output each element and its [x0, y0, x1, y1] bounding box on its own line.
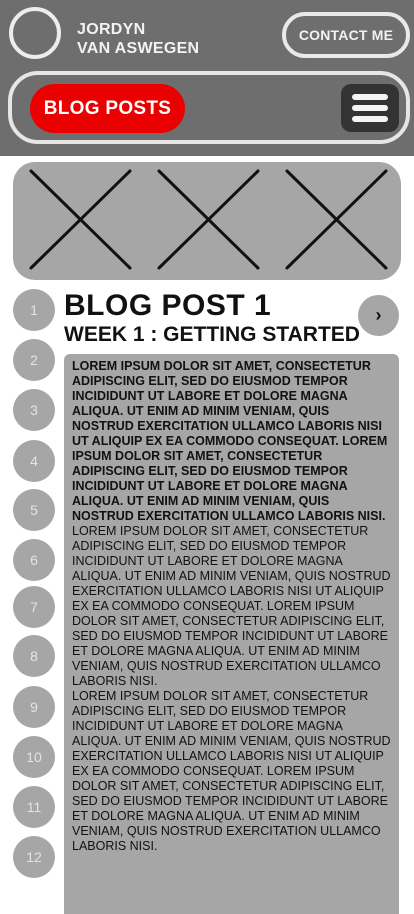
- post-index-4[interactable]: 4: [13, 440, 55, 482]
- post-index-2[interactable]: 2: [13, 339, 55, 381]
- last-name: VAN ASWEGEN: [77, 40, 200, 57]
- post-index-9[interactable]: 9: [13, 686, 55, 728]
- hero-placeholders: [29, 169, 388, 270]
- post-title: BLOG POST 1: [64, 289, 272, 322]
- profile-circle-icon: [9, 7, 61, 59]
- site-header: JORDYN VAN ASWEGEN CONTACT ME BLOG POSTS: [0, 0, 414, 156]
- contact-button[interactable]: CONTACT ME: [282, 12, 410, 58]
- post-intro: LOREM IPSUM DOLOR SIT AMET, CONSECTETUR …: [72, 359, 388, 523]
- image-placeholder-icon: [157, 169, 260, 270]
- first-name: JORDYN: [77, 21, 146, 38]
- nav-blog-posts-button[interactable]: BLOG POSTS: [30, 84, 185, 133]
- post-paragraph: LOREM IPSUM DOLOR SIT AMET, CONSECTETUR …: [72, 689, 391, 853]
- post-index-1[interactable]: 1: [13, 289, 55, 331]
- post-index-6[interactable]: 6: [13, 539, 55, 581]
- site-owner-name: JORDYN VAN ASWEGEN: [77, 20, 199, 58]
- menu-bar-line: [352, 105, 388, 111]
- image-placeholder-icon: [29, 169, 132, 270]
- image-placeholder-icon: [285, 169, 388, 270]
- menu-bar-line: [352, 94, 388, 100]
- post-index-8[interactable]: 8: [13, 635, 55, 677]
- hamburger-menu-icon[interactable]: [341, 84, 399, 132]
- hero-image-strip: [13, 162, 401, 280]
- next-post-button[interactable]: ›: [358, 295, 399, 336]
- menu-bar-line: [352, 116, 388, 122]
- post-index-11[interactable]: 11: [13, 786, 55, 828]
- post-index-12[interactable]: 12: [13, 836, 55, 878]
- post-index-10[interactable]: 10: [13, 736, 55, 778]
- post-index-3[interactable]: 3: [13, 389, 55, 431]
- chevron-right-icon: ›: [375, 305, 382, 325]
- post-subtitle: WEEK 1 : GETTING STARTED: [64, 323, 360, 346]
- post-body: LOREM IPSUM DOLOR SIT AMET, CONSECTETUR …: [64, 354, 399, 914]
- post-paragraph: LOREM IPSUM DOLOR SIT AMET, CONSECTETUR …: [72, 524, 391, 688]
- post-index-7[interactable]: 7: [13, 586, 55, 628]
- post-index-5[interactable]: 5: [13, 489, 55, 531]
- nav-bar: BLOG POSTS: [8, 71, 410, 144]
